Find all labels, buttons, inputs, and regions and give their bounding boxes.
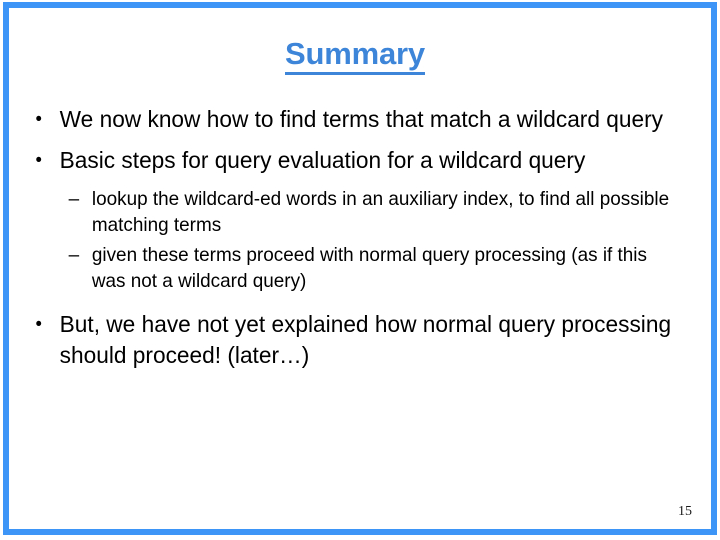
list-item: • Basic steps for query evaluation for a…	[23, 145, 677, 176]
page-title: Summary	[285, 37, 425, 75]
slide-content-area: Summary • We now know how to find terms …	[9, 8, 711, 529]
list-item: • But, we have not yet explained how nor…	[23, 309, 677, 371]
sub-list-item: – lookup the wildcard-ed words in an aux…	[23, 186, 681, 238]
bullet-list: • We now know how to find terms that mat…	[23, 104, 701, 381]
list-item-text: But, we have not yet explained how norma…	[59, 311, 672, 368]
dash-marker-icon: –	[68, 244, 80, 266]
slide-title: Summary	[9, 37, 711, 75]
page-number: 15	[678, 504, 692, 519]
bullet-marker-icon: •	[35, 150, 42, 171]
sub-list-item: – given these terms proceed with normal …	[23, 242, 681, 294]
dash-marker-icon: –	[68, 188, 80, 210]
bullet-marker-icon: •	[35, 109, 42, 130]
sub-list-item-text: lookup the wildcard-ed words in an auxil…	[91, 188, 670, 236]
list-item-text: Basic steps for query evaluation for a w…	[59, 147, 586, 173]
presentation-slide: Summary • We now know how to find terms …	[0, 0, 720, 540]
list-item-text: We now know how to find terms that match…	[59, 106, 664, 132]
list-item: • We now know how to find terms that mat…	[23, 104, 677, 135]
bullet-marker-icon: •	[35, 314, 42, 335]
sub-list-item-text: given these terms proceed with normal qu…	[91, 244, 647, 292]
